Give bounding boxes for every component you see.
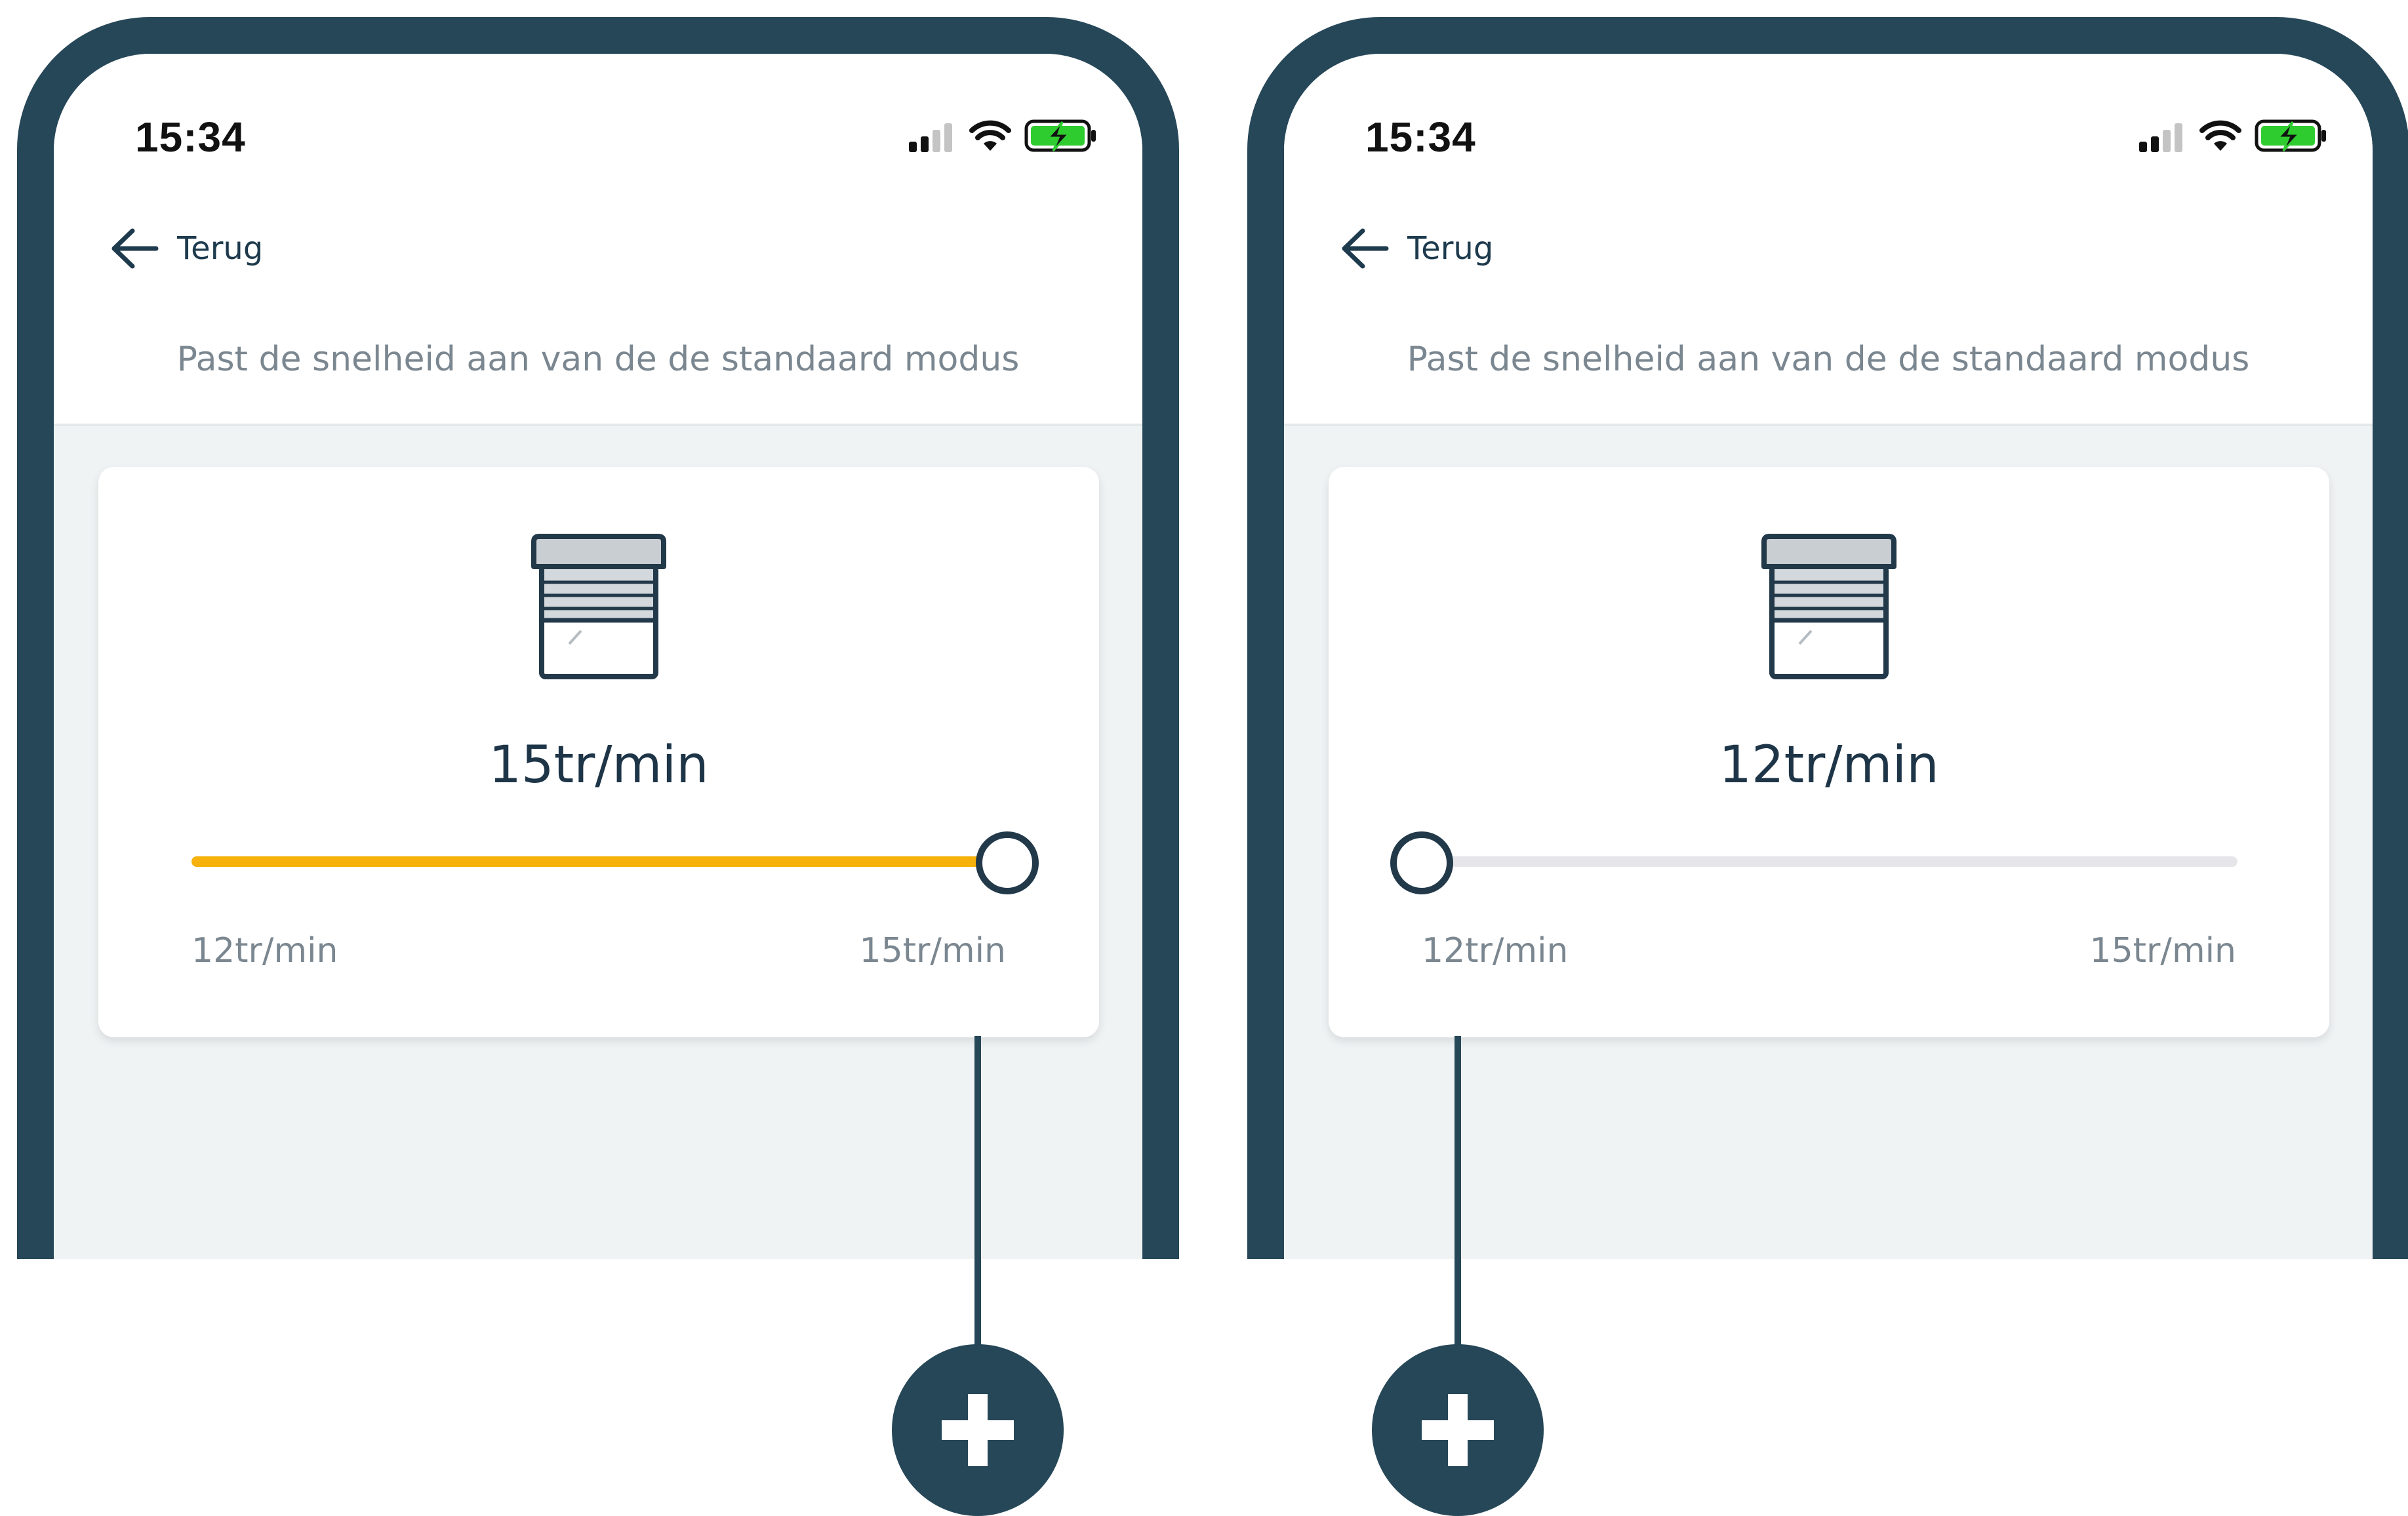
speed-value: 12tr/min <box>1719 736 1939 795</box>
plus-callout-button[interactable] <box>1372 1344 1544 1516</box>
status-icons <box>2138 117 2335 156</box>
roller-shutter-icon <box>531 534 666 679</box>
header-area: 15:34 Terug Past de snelheid aan van de … <box>54 54 1142 426</box>
callout-line <box>1455 1036 1461 1357</box>
slider-thumb[interactable] <box>1390 831 1453 894</box>
speed-value: 15tr/min <box>489 736 709 795</box>
plus-icon-vertical <box>1448 1394 1468 1466</box>
plus-callout-button[interactable] <box>892 1344 1064 1516</box>
status-time: 15:34 <box>135 113 246 161</box>
wifi-icon <box>2199 120 2241 151</box>
phone-frame-left: 15:34 Terug Past de snelheid aan van de … <box>17 17 1179 1259</box>
arrow-left-icon <box>1342 228 1389 269</box>
back-label: Terug <box>177 230 264 267</box>
slider-max-label: 15tr/min <box>859 931 1006 970</box>
plus-icon-vertical <box>968 1394 988 1466</box>
phone-frame-right: 15:34 Terug Past de snelheid aan van de … <box>1247 17 2408 1259</box>
status-time: 15:34 <box>1365 113 1476 161</box>
slider-max-label: 15tr/min <box>2089 931 2236 970</box>
wifi-icon <box>969 120 1011 151</box>
back-label: Terug <box>1407 230 1494 267</box>
status-icons <box>908 117 1104 156</box>
battery-charging-icon <box>1024 119 1096 152</box>
header-area: 15:34 Terug Past de snelheid aan van de … <box>1284 54 2373 426</box>
battery-charging-icon <box>2255 119 2326 152</box>
back-button[interactable]: Terug <box>109 212 371 285</box>
speed-card: 15tr/min 12tr/min 15tr/min <box>98 467 1099 1037</box>
cellular-signal-icon <box>2139 123 2182 152</box>
cellular-signal-icon <box>909 123 952 152</box>
phone-screen: 15:34 Terug Past de snelheid aan van de … <box>1284 54 2373 1259</box>
callout-line <box>974 1036 981 1357</box>
slider-min-label: 12tr/min <box>191 931 338 970</box>
slider-min-label: 12tr/min <box>1422 931 1569 970</box>
arrow-left-icon <box>111 228 159 269</box>
speed-slider[interactable] <box>191 829 1039 894</box>
slider-track[interactable] <box>1422 856 2237 867</box>
back-button[interactable]: Terug <box>1339 212 1601 285</box>
speed-slider[interactable] <box>1390 829 2237 894</box>
page-subtitle: Past de snelheid aan van de de standaard… <box>1407 340 2250 379</box>
page-subtitle: Past de snelheid aan van de de standaard… <box>176 340 1020 379</box>
speed-card: 12tr/min 12tr/min 15tr/min <box>1329 467 2329 1037</box>
slider-thumb[interactable] <box>976 831 1039 894</box>
slider-fill <box>191 856 1007 867</box>
roller-shutter-icon <box>1761 534 1896 679</box>
